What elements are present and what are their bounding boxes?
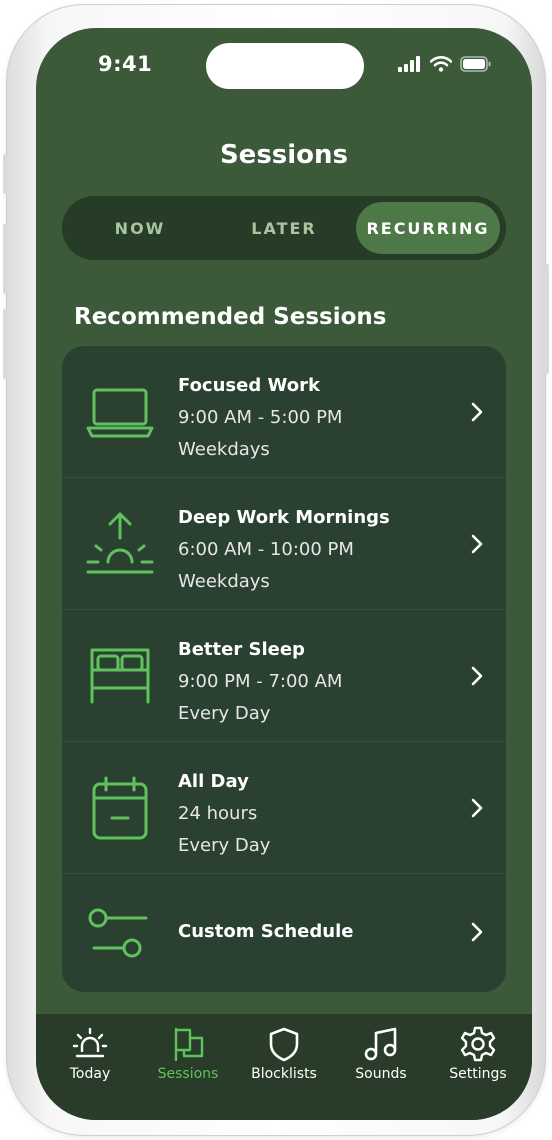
session-title: Focused Work xyxy=(178,375,320,396)
session-type-segmented-control: NOW LATER RECURRING xyxy=(62,196,506,260)
section-title: Recommended Sessions xyxy=(74,304,387,330)
segment-recurring[interactable]: RECURRING xyxy=(356,202,500,254)
gear-icon xyxy=(460,1026,496,1062)
tab-label: Sounds xyxy=(355,1066,407,1082)
cellular-signal-icon xyxy=(398,56,420,72)
bed-icon xyxy=(90,648,150,704)
sliders-icon xyxy=(88,908,148,958)
shield-icon xyxy=(269,1027,299,1062)
recommended-sessions-list: Focused Work 9:00 AM - 5:00 PM Weekdays xyxy=(62,346,506,992)
session-time: 24 hours xyxy=(178,803,258,824)
laptop-icon xyxy=(86,388,154,438)
tab-label: Sessions xyxy=(157,1066,219,1082)
chevron-right-icon xyxy=(471,922,483,942)
tab-settings[interactable]: Settings xyxy=(430,1014,526,1104)
session-text: Custom Schedule xyxy=(178,916,353,948)
session-row-better-sleep[interactable]: Better Sleep 9:00 PM - 7:00 AM Every Day xyxy=(62,610,506,742)
session-days: Every Day xyxy=(178,835,271,856)
session-days: Every Day xyxy=(178,703,271,724)
tab-label: Blocklists xyxy=(251,1066,317,1082)
session-row-deep-work-mornings[interactable]: Deep Work Mornings 6:00 AM - 10:00 PM We… xyxy=(62,478,506,610)
session-title: Custom Schedule xyxy=(178,921,354,942)
session-title: Better Sleep xyxy=(178,639,305,660)
tab-label: Settings xyxy=(449,1066,507,1082)
session-text: Better Sleep 9:00 PM - 7:00 AM Every Day xyxy=(178,634,342,730)
tab-label: Today xyxy=(69,1066,111,1082)
chevron-right-icon xyxy=(471,534,483,554)
chevron-right-icon xyxy=(471,798,483,818)
segment-now[interactable]: NOW xyxy=(68,202,212,254)
session-text: Focused Work 9:00 AM - 5:00 PM Weekdays xyxy=(178,370,342,466)
tab-sounds[interactable]: Sounds xyxy=(333,1014,429,1104)
session-days: Weekdays xyxy=(178,439,270,460)
volume-up-button xyxy=(3,224,7,294)
app-screen: 9:41 Sessions NOW LATER RECURRING Recomm… xyxy=(36,28,532,1120)
status-bar: 9:41 xyxy=(36,28,532,98)
phone-frame: 9:41 Sessions NOW LATER RECURRING Recomm… xyxy=(3,4,549,1136)
battery-icon xyxy=(460,56,491,72)
music-note-icon xyxy=(364,1027,397,1061)
session-title: All Day xyxy=(178,771,249,792)
page-title: Sessions xyxy=(219,140,349,170)
session-row-focused-work[interactable]: Focused Work 9:00 AM - 5:00 PM Weekdays xyxy=(62,346,506,478)
session-title: Deep Work Mornings xyxy=(178,507,390,528)
tab-blocklists[interactable]: Blocklists xyxy=(236,1014,332,1104)
session-row-all-day[interactable]: All Day 24 hours Every Day xyxy=(62,742,506,874)
chevron-right-icon xyxy=(471,402,483,422)
tab-today[interactable]: Today xyxy=(42,1014,138,1104)
tab-sessions[interactable]: Sessions xyxy=(140,1014,236,1104)
session-row-custom-schedule[interactable]: Custom Schedule xyxy=(62,874,506,992)
flag-icon xyxy=(174,1027,204,1062)
mute-switch xyxy=(3,154,7,194)
session-text: All Day 24 hours Every Day xyxy=(178,766,270,862)
dynamic-island xyxy=(206,43,364,89)
session-text: Deep Work Mornings 6:00 AM - 10:00 PM We… xyxy=(178,502,390,598)
wifi-icon xyxy=(430,56,452,72)
segment-later[interactable]: LATER xyxy=(212,202,356,254)
status-time: 9:41 xyxy=(98,52,153,76)
session-days: Weekdays xyxy=(178,571,270,592)
alarm-light-icon xyxy=(72,1027,108,1058)
power-button xyxy=(545,264,549,374)
calendar-icon xyxy=(92,776,148,840)
status-icons xyxy=(398,56,492,72)
volume-down-button xyxy=(3,309,7,379)
chevron-right-icon xyxy=(471,666,483,686)
session-time: 6:00 AM - 10:00 PM xyxy=(178,539,354,560)
session-time: 9:00 AM - 5:00 PM xyxy=(178,407,343,428)
tab-bar: Today Sessions Blocklists Sounds Setting… xyxy=(36,1014,532,1120)
sunrise-icon xyxy=(86,512,154,574)
session-time: 9:00 PM - 7:00 AM xyxy=(178,671,343,692)
